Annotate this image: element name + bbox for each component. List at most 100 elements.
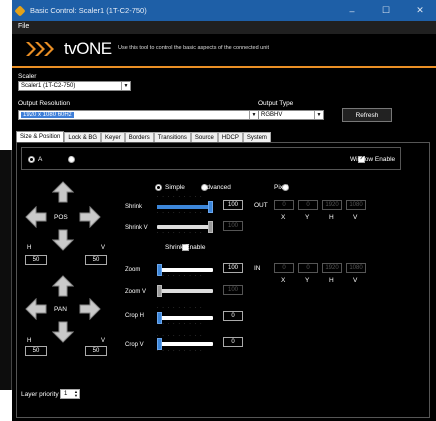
tab-system[interactable]: System [242,132,271,142]
shrink-enable-label: Shrink Enable [165,244,206,251]
pos-up-arrow-icon[interactable] [52,181,74,203]
zoom-ticks: ......... [157,272,206,278]
radio-a-label: A [38,156,43,163]
spinner-arrows-icon[interactable]: ▲ ▼ [74,390,78,398]
shrink-v-slider-knob [208,221,213,233]
tab-hdcp[interactable]: HDCP [217,132,243,142]
zoom-value[interactable]: 100 [223,263,243,273]
out-y-value: 0 [298,200,318,210]
out-label: OUT [254,202,268,209]
window-enable-label: Window Enable [350,156,396,163]
layer-priority-value: 1 [64,391,68,397]
scaler-select[interactable]: Scaler1 (1T-C2-750) ▼ [18,81,131,91]
crop-v-label: Crop V [125,342,144,348]
window-select-box: A B Window Enable [21,147,401,170]
out-h-value: 1920 [322,200,342,210]
app-icon [14,4,26,17]
radio-pixel-label: Pixel [274,184,289,191]
output-type-select[interactable]: RGBHV ▼ [258,110,324,120]
size-position-panel: A B Window Enable POS H V 50 50 PAN [16,142,430,418]
in-h-axis: H [329,277,334,284]
output-resolution-select[interactable]: 1920 x 1080 60Hz ▼ [18,110,259,120]
in-v-axis: V [353,277,358,284]
tab-lock-bg[interactable]: Lock & BG [64,132,102,142]
pan-down-arrow-icon[interactable] [52,321,74,343]
radio-a[interactable] [28,156,35,163]
tab-source[interactable]: Source [190,132,218,142]
in-y-axis: Y [305,277,310,284]
header-divider [12,66,436,68]
shrink-slider-knob[interactable] [208,201,213,213]
layer-priority-label: Layer priority [21,391,59,398]
pos-h-input[interactable]: 50 [25,255,47,265]
shrink-v-value: 100 [223,221,243,231]
tab-bar: Size & Position Lock & BG Keyer Borders … [16,131,271,142]
crop-h-ticks-top: ......... [157,304,206,310]
scaler-select-value: Scaler1 (1T-C2-750) [21,83,76,89]
minimize-button[interactable]: – [336,0,368,21]
shrink-ticks-bottom: ......... [157,209,206,215]
in-x-axis: X [281,277,286,284]
crop-v-value[interactable]: 0 [223,337,243,347]
chevron-down-icon: ▼ [249,111,258,119]
pos-v-label: V [101,245,106,251]
crop-h-value[interactable]: 0 [223,311,243,321]
tab-keyer[interactable]: Keyer [101,132,125,142]
tvone-logo-icon [26,42,54,56]
window-title: Basic Control: Scaler1 (1T-C2-750) [30,6,147,15]
in-h-value: 1920 [322,263,342,273]
crop-v-ticks: ......... [157,347,206,353]
crop-v-ticks-top: ......... [157,332,206,338]
layer-priority-input[interactable]: 1 ▲ ▼ [60,389,80,399]
maximize-button[interactable]: ☐ [370,0,402,21]
zoom-label: Zoom [125,267,141,273]
shrink-v-ticks: ......... [157,229,206,235]
chevron-down-icon: ▼ [121,82,130,90]
out-v-axis: V [353,214,358,221]
pan-right-arrow-icon[interactable] [79,298,101,320]
menu-bar: File [12,21,436,34]
output-type-value: RGBHV [261,112,283,118]
close-button[interactable]: ✕ [404,0,436,21]
radio-simple[interactable] [155,184,162,191]
pos-v-input[interactable]: 50 [85,255,107,265]
menu-file[interactable]: File [18,23,29,30]
in-x-value: 0 [274,263,294,273]
tab-borders[interactable]: Borders [124,132,154,142]
pan-h-input[interactable]: 50 [25,346,47,356]
tab-transitions[interactable]: Transitions [153,132,191,142]
refresh-button[interactable]: Refresh [342,108,392,122]
header: tvONE Use this tool to control the basic… [12,34,436,66]
crop-v-slider[interactable] [157,338,213,350]
pos-label: POS [54,214,68,221]
output-resolution-label: Output Resolution [18,100,71,107]
out-x-value: 0 [274,200,294,210]
in-y-value: 0 [298,263,318,273]
pos-down-arrow-icon[interactable] [52,229,74,251]
chevron-down-icon: ▼ [314,111,323,119]
shrink-v-label: Shrink V [125,225,148,231]
scaler-label: Scaler [18,73,37,80]
out-h-axis: H [329,214,334,221]
out-v-value: 1080 [346,200,366,210]
pos-right-arrow-icon[interactable] [79,206,101,228]
radio-b-label: B [69,156,74,163]
shrink-value[interactable]: 100 [223,200,243,210]
header-description: Use this tool to control the basic aspec… [118,45,270,51]
pan-left-arrow-icon[interactable] [25,298,47,320]
zoom-v-value: 100 [223,285,243,295]
pan-v-input[interactable]: 50 [85,346,107,356]
pan-v-label: V [101,338,106,344]
tab-size-position[interactable]: Size & Position [16,131,65,142]
pan-h-label: H [27,338,32,344]
in-label: IN [254,265,261,272]
title-bar: Basic Control: Scaler1 (1T-C2-750) – ☐ ✕ [12,0,436,21]
pos-h-label: H [27,245,32,251]
pan-label: PAN [54,306,67,313]
pan-up-arrow-icon[interactable] [52,275,74,297]
shrink-ticks: ......... [157,193,206,199]
zoom-v-label: Zoom V [125,289,147,295]
crop-h-label: Crop H [125,313,145,319]
pos-left-arrow-icon[interactable] [25,206,47,228]
out-x-axis: X [281,214,286,221]
